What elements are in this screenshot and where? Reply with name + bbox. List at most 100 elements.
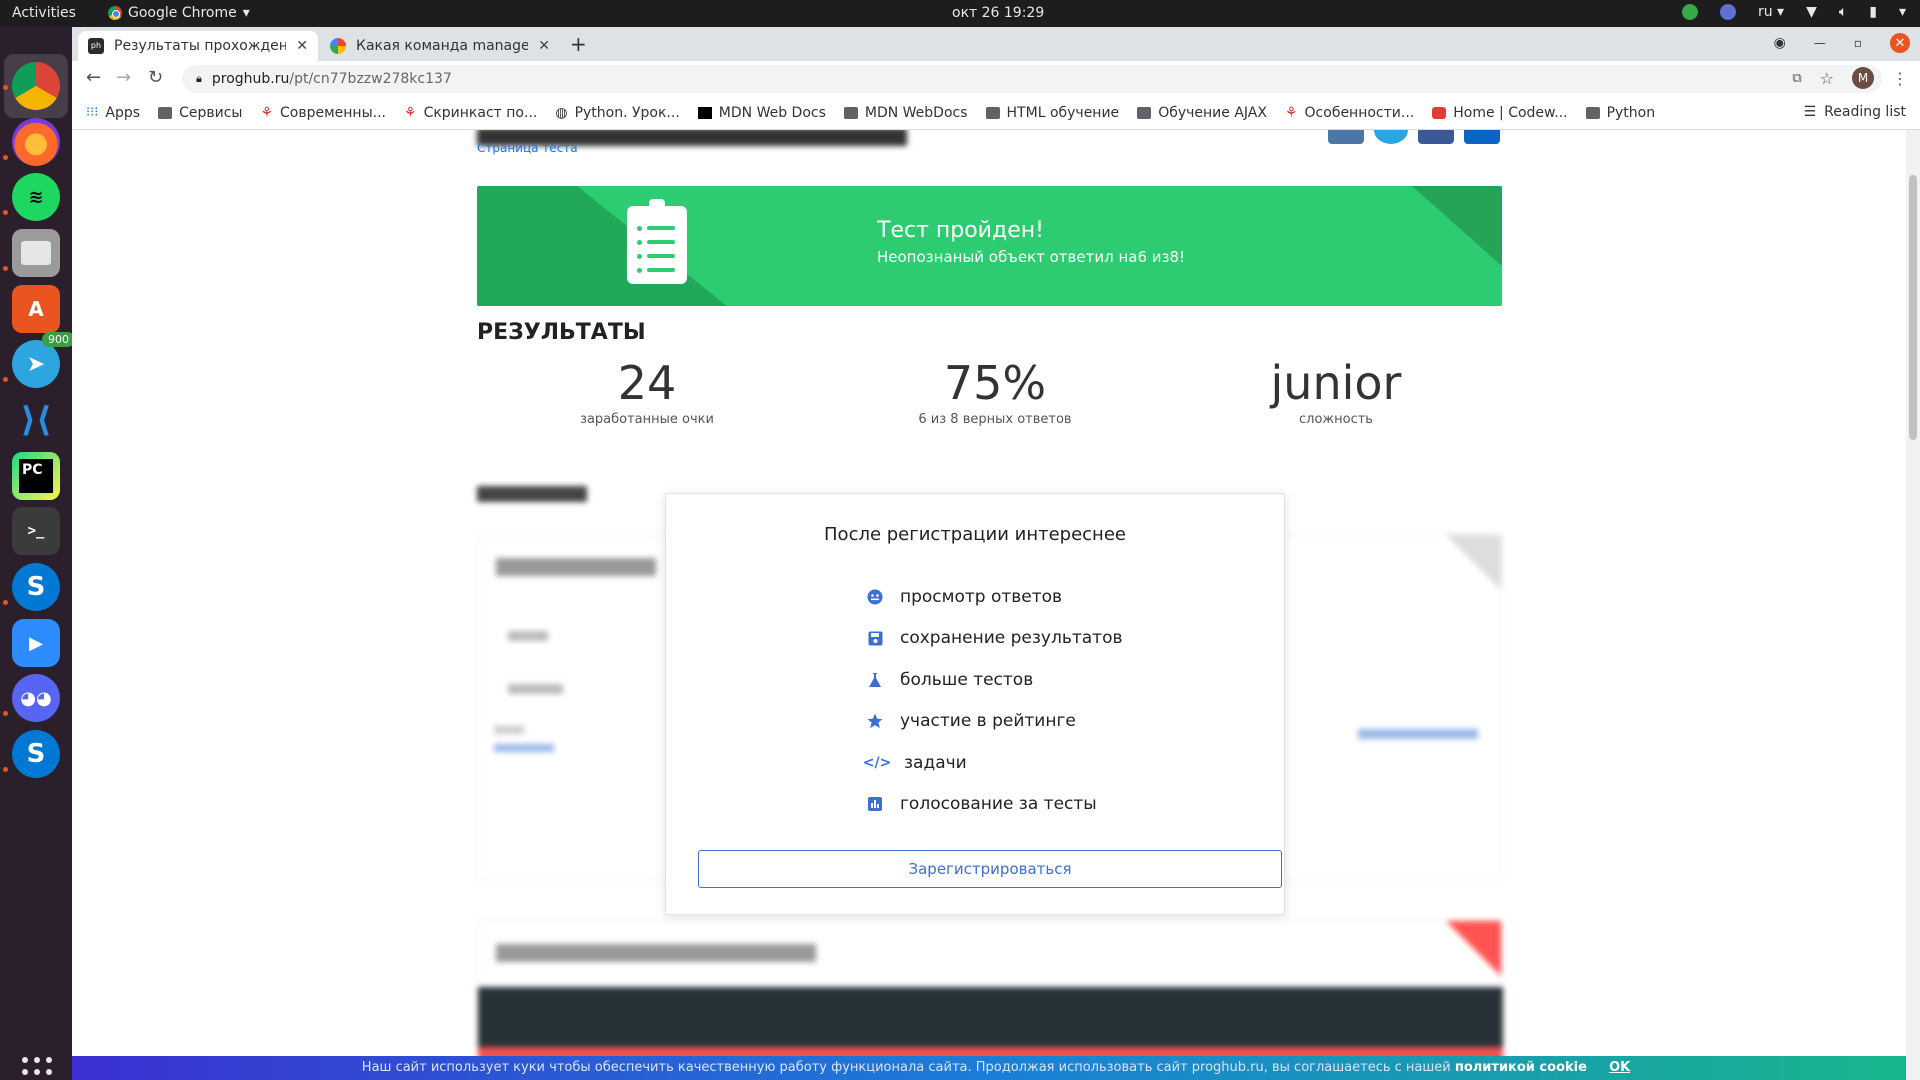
bookmark-item[interactable]: ◍ Python. Урок...: [555, 105, 679, 121]
avatar[interactable]: M: [1852, 67, 1874, 89]
tab-title: Результаты прохождени: [114, 38, 287, 54]
folder-icon: [985, 106, 1000, 119]
spotify-icon[interactable]: ≋: [12, 173, 60, 221]
bookmark-item[interactable]: ⚘ Современны...: [260, 105, 386, 121]
telegram-badge: 900: [42, 332, 75, 347]
menu-kebab-icon[interactable]: ⋮: [1892, 69, 1908, 88]
pycharm-icon[interactable]: PC: [12, 452, 60, 500]
reading-list-label: Reading list: [1824, 104, 1906, 120]
page-scrollbar[interactable]: [1906, 130, 1920, 1080]
bookmark-label: Обучение AJAX: [1158, 104, 1267, 121]
stat-difficulty: junior сложность: [1206, 356, 1466, 427]
banner-title: Тест пройден!: [877, 218, 1044, 243]
battery-icon[interactable]: ▮: [1869, 4, 1877, 20]
stat-value: 75%: [943, 356, 1047, 410]
software-center-icon[interactable]: A: [12, 285, 60, 333]
bookmark-item[interactable]: ⚘ Скринкаст по...: [404, 105, 537, 121]
test-page-link[interactable]: Страница теста: [477, 141, 578, 155]
minimize-button[interactable]: —: [1814, 36, 1826, 50]
feature-label: участие в рейтинге: [900, 711, 1076, 731]
stat-value: junior: [1270, 356, 1402, 410]
address-bar[interactable]: 🔒︎ proghub.ru/pt/cn77bzzw278kc137: [182, 65, 1882, 93]
app-menu[interactable]: Google Chrome ▾: [108, 5, 250, 21]
vk-share-icon[interactable]: [1328, 130, 1364, 144]
bookmark-label: MDN Web Docs: [718, 104, 826, 121]
bookmark-item[interactable]: Home | Codew...: [1432, 105, 1568, 121]
banner-subtitle: Неопознаный объект ответил на6 из8!: [877, 248, 1186, 266]
feature-label: просмотр ответов: [900, 587, 1063, 607]
volume-icon[interactable]: 🔈︎: [1839, 4, 1847, 20]
chrome-icon[interactable]: [12, 62, 60, 110]
language-indicator[interactable]: ru ▾: [1758, 4, 1784, 20]
feature-item: </> задачи: [862, 753, 967, 773]
feature-label: задачи: [904, 753, 967, 773]
activities-button[interactable]: Activities: [12, 5, 76, 21]
answer-question-blurred: [496, 557, 656, 582]
vscode-icon[interactable]: ⟩⟨: [12, 396, 60, 444]
bookmark-item[interactable]: Сервисы: [158, 105, 242, 121]
bookmark-item[interactable]: Обучение AJAX: [1137, 105, 1267, 121]
new-tab-button[interactable]: +: [570, 32, 587, 56]
toolbar-actions: ⧉ ☆ M ⋮: [1792, 67, 1908, 89]
bookmark-item[interactable]: MDN WebDocs: [843, 105, 968, 121]
close-icon[interactable]: ✕: [538, 38, 550, 54]
shield-check-icon[interactable]: [1681, 4, 1698, 20]
skype-icon[interactable]: S: [12, 730, 60, 778]
register-button[interactable]: Зарегистрироваться: [698, 850, 1282, 888]
chevron-down-icon[interactable]: ▾: [1899, 4, 1906, 20]
card-ribbon: [1446, 921, 1501, 976]
bookmark-item[interactable]: MDN Web Docs: [697, 104, 826, 121]
bookmark-star-icon[interactable]: ☆: [1820, 69, 1834, 88]
zoom-icon[interactable]: ▶: [12, 619, 60, 667]
bookmark-item[interactable]: Python: [1585, 105, 1655, 121]
telegram-share-icon[interactable]: [1374, 130, 1408, 144]
stat-label: заработанные очки: [580, 412, 714, 427]
tab-search-icon[interactable]: ◉: [1774, 35, 1786, 51]
running-indicator: [3, 711, 8, 716]
show-applications-icon[interactable]: [22, 1057, 52, 1080]
back-icon[interactable]: ←: [86, 67, 101, 88]
cookie-text: Наш сайт использует куки чтобы обеспечит…: [361, 1060, 1451, 1075]
language-label: ru: [1757, 4, 1773, 20]
flask-icon: [866, 671, 884, 689]
bookmark-label: HTML обучение: [1006, 104, 1120, 121]
reload-icon[interactable]: ↻: [148, 67, 163, 88]
bookmark-apps[interactable]: ⁝⁝⁝ Apps: [86, 105, 140, 121]
terminal-icon[interactable]: >_: [12, 507, 60, 555]
linkedin-share-icon[interactable]: [1464, 130, 1500, 144]
reading-list-button[interactable]: ☰ Reading list: [1804, 104, 1906, 120]
firefox-icon[interactable]: [12, 118, 60, 166]
eye-face-icon: [866, 588, 884, 606]
banner-decoration: [477, 186, 727, 306]
bookmark-label: Современны...: [280, 104, 386, 121]
chrome-remote-icon[interactable]: [1719, 4, 1736, 20]
translate-icon[interactable]: ⧉: [1792, 71, 1801, 86]
files-icon[interactable]: [12, 229, 60, 277]
dock: ≋ A ➤ 900 ⟩⟨ PC >_ S ▶ ◕◕ S: [0, 27, 75, 1080]
close-icon[interactable]: ✕: [296, 38, 308, 54]
telegram-icon[interactable]: ➤ 900: [12, 332, 75, 388]
cookie-ok-button[interactable]: OK: [1609, 1060, 1630, 1075]
forward-icon[interactable]: →: [116, 67, 131, 88]
maximize-button[interactable]: ▫: [1854, 36, 1862, 50]
cookie-policy-link[interactable]: политикой cookie: [1455, 1060, 1587, 1075]
bookmark-item[interactable]: ⚘ Особенности...: [1285, 105, 1414, 121]
skype-icon[interactable]: S: [12, 563, 60, 611]
apps-grid-icon: ⁝⁝⁝: [86, 105, 99, 120]
close-window-button[interactable]: ✕: [1890, 33, 1910, 53]
stat-label: сложность: [1299, 412, 1373, 427]
window-controls: ◉ — ▫ ✕: [1774, 33, 1910, 53]
facebook-share-icon[interactable]: [1418, 130, 1454, 144]
feature-item: участие в рейтинге: [866, 711, 1076, 731]
tab-google[interactable]: Какая команда manage.p ✕: [320, 31, 560, 61]
lock-icon[interactable]: 🔒︎: [196, 72, 202, 86]
bookmark-label: Скринкаст по...: [423, 104, 538, 121]
tab-results[interactable]: ph Результаты прохождени ✕: [78, 31, 318, 61]
discord-icon[interactable]: ◕◕: [12, 674, 60, 722]
wifi-icon[interactable]: ▼: [1806, 4, 1817, 20]
url-host: proghub.ru: [211, 71, 290, 87]
clock[interactable]: окт 26 19:29: [952, 5, 1044, 21]
scrollbar-thumb[interactable]: [1909, 175, 1917, 440]
bookmark-item[interactable]: HTML обучение: [985, 104, 1120, 121]
code-icon: </>: [862, 755, 892, 771]
